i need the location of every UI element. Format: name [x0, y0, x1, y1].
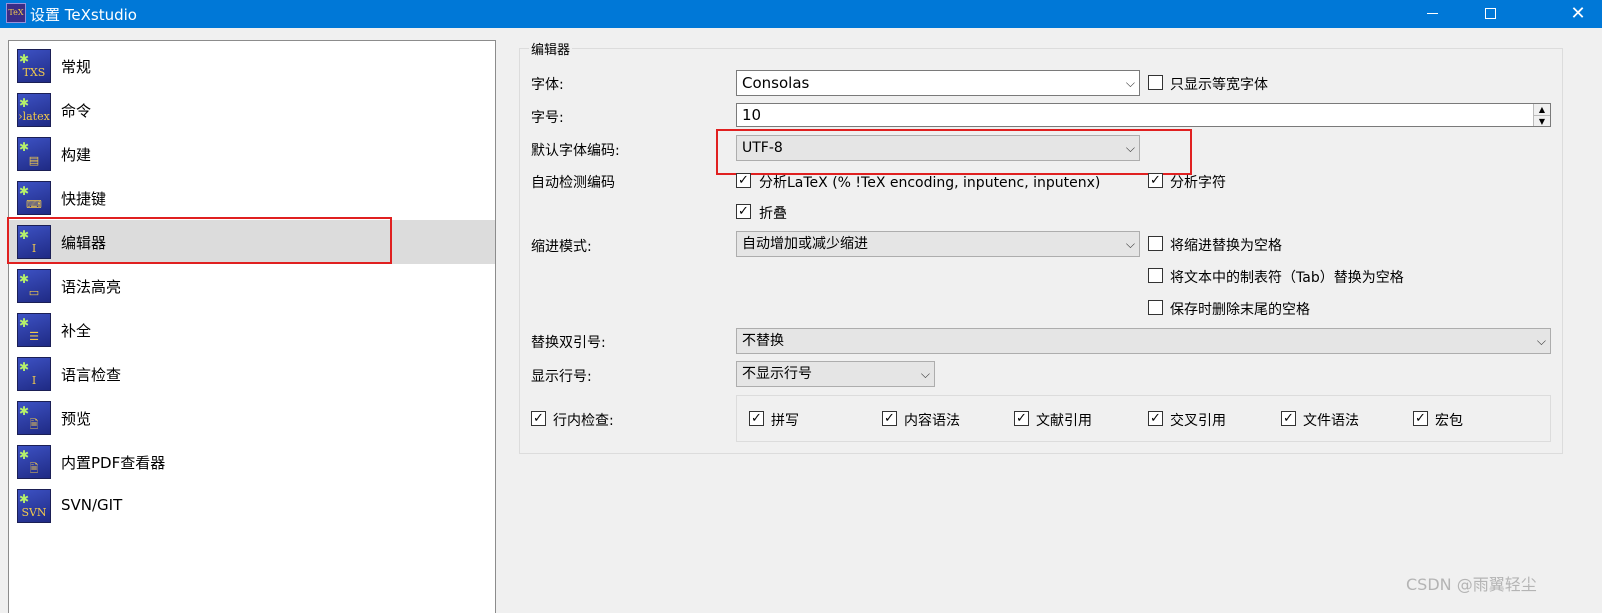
- fold-label: 折叠: [759, 206, 787, 222]
- replace-quotes-label: 替换双引号:: [531, 335, 606, 351]
- analyze-chars-checkbox[interactable]: ✓: [1148, 173, 1163, 188]
- sidebar-item-shortcuts[interactable]: ⌨ 快捷键: [9, 176, 495, 220]
- annotation-highlight-encoding: [716, 129, 1192, 175]
- minimize-icon: [1427, 13, 1438, 14]
- replace-quotes-value: 不替换: [742, 333, 784, 349]
- font-size-value: 10: [742, 106, 762, 124]
- language-check-icon: I: [17, 357, 51, 391]
- citation-label: 文献引用: [1036, 413, 1092, 429]
- font-size-label: 字号:: [531, 110, 564, 126]
- indent-mode-combobox[interactable]: 自动增加或减少缩进 ⌵: [736, 231, 1140, 257]
- analyze-latex-label: 分析LaTeX (% !TeX encoding, inputenc, inpu…: [759, 175, 1101, 191]
- font-combobox[interactable]: Consolas ⌵: [736, 70, 1140, 96]
- sidebar-item-completion[interactable]: ☰ 补全: [9, 308, 495, 352]
- citation-checkbox[interactable]: ✓: [1014, 411, 1029, 426]
- replace-tab-label: 将文本中的制表符（Tab）替换为空格: [1170, 270, 1404, 286]
- watermark: CSDN @雨翼轻尘: [1406, 575, 1537, 594]
- chevron-down-icon: ⌵: [1125, 76, 1135, 90]
- completion-icon: ☰: [17, 313, 51, 347]
- pdf-viewer-icon: 🗎: [17, 445, 51, 479]
- annotation-highlight-editor: [7, 217, 392, 264]
- keyboard-icon: ⌨: [17, 181, 51, 215]
- font-label: 字体:: [531, 77, 564, 93]
- inline-check-options: [736, 395, 1551, 442]
- syntax-highlight-icon: ▭: [17, 269, 51, 303]
- sidebar-item-label: 快捷键: [61, 190, 107, 208]
- remove-trailing-label: 保存时删除末尾的空格: [1170, 302, 1310, 318]
- chevron-down-icon: ⌵: [1125, 237, 1135, 251]
- chevron-down-icon: ⌵: [1536, 334, 1546, 348]
- spelling-checkbox[interactable]: ✓: [749, 411, 764, 426]
- spin-down-icon[interactable]: ▼: [1533, 115, 1550, 126]
- spelling-label: 拼写: [771, 413, 799, 429]
- sidebar-item-preview[interactable]: 🗎 预览: [9, 396, 495, 440]
- sidebar-item-label: 语法高亮: [61, 278, 122, 296]
- analyze-chars-label: 分析字符: [1170, 175, 1226, 191]
- sidebar-item-label: 常规: [61, 58, 92, 76]
- font-size-spinbox[interactable]: 10 ▲ ▼: [736, 103, 1551, 127]
- file-syntax-checkbox[interactable]: ✓: [1281, 411, 1296, 426]
- package-checkbox[interactable]: ✓: [1413, 411, 1428, 426]
- sidebar-item-label: SVN/GIT: [61, 496, 123, 514]
- sidebar-item-label: 构建: [61, 146, 92, 164]
- sidebar-item-label: 预览: [61, 410, 92, 428]
- sidebar-item-label: 语言检查: [61, 366, 122, 384]
- sidebar-item-label: 内置PDF查看器: [61, 454, 166, 472]
- maximize-button[interactable]: [1468, 0, 1514, 28]
- indent-mode-value: 自动增加或减少缩进: [742, 236, 868, 252]
- mono-only-checkbox[interactable]: [1148, 75, 1163, 90]
- remove-trailing-checkbox[interactable]: [1148, 300, 1163, 315]
- package-label: 宏包: [1435, 413, 1463, 429]
- replace-tab-checkbox[interactable]: [1148, 268, 1163, 283]
- minimize-button[interactable]: [1410, 0, 1456, 28]
- cross-reference-checkbox[interactable]: ✓: [1148, 411, 1163, 426]
- maximize-icon: [1485, 8, 1496, 19]
- sidebar-item-syntax-highlighting[interactable]: ▭ 语法高亮: [9, 264, 495, 308]
- replace-indent-checkbox[interactable]: [1148, 236, 1163, 251]
- analyze-latex-checkbox[interactable]: ✓: [736, 173, 751, 188]
- txs-icon: TXS: [17, 49, 51, 83]
- texstudio-app-icon: TeX: [6, 3, 26, 23]
- default-encoding-label: 默认字体编码:: [531, 143, 620, 159]
- sidebar-item-general[interactable]: TXS 常规: [9, 44, 495, 88]
- build-icon: ▤: [17, 137, 51, 171]
- settings-category-list: TXS 常规 ›latex 命令 ▤ 构建 ⌨ 快捷键 I 编辑器 ▭ 语法高亮…: [8, 40, 496, 613]
- inline-check-checkbox[interactable]: ✓: [531, 411, 546, 426]
- close-icon: ✕: [1570, 3, 1586, 24]
- sidebar-item-language-check[interactable]: I 语言检查: [9, 352, 495, 396]
- line-numbers-value: 不显示行号: [742, 366, 812, 382]
- sidebar-item-commands[interactable]: ›latex 命令: [9, 88, 495, 132]
- spin-up-icon[interactable]: ▲: [1533, 104, 1550, 115]
- preview-icon: 🗎: [17, 401, 51, 435]
- sidebar-item-pdf-viewer[interactable]: 🗎 内置PDF查看器: [9, 440, 495, 484]
- sidebar-item-label: 命令: [61, 102, 92, 120]
- grammar-checkbox[interactable]: ✓: [882, 411, 897, 426]
- cross-reference-label: 交叉引用: [1170, 413, 1226, 429]
- chevron-down-icon: ⌵: [920, 367, 930, 381]
- indent-mode-label: 缩进模式:: [531, 239, 592, 255]
- window-title: 设置 TeXstudio: [30, 6, 137, 24]
- sidebar-item-build[interactable]: ▤ 构建: [9, 132, 495, 176]
- group-title: 编辑器: [529, 39, 573, 58]
- file-syntax-label: 文件语法: [1303, 413, 1359, 429]
- line-numbers-combobox[interactable]: 不显示行号 ⌵: [736, 361, 935, 387]
- mono-only-label: 只显示等宽字体: [1170, 77, 1268, 93]
- replace-indent-label: 将缩进替换为空格: [1170, 238, 1282, 254]
- title-bar: TeX 设置 TeXstudio ✕: [0, 0, 1602, 28]
- latex-command-icon: ›latex: [17, 93, 51, 127]
- auto-detect-label: 自动检测编码: [531, 175, 615, 191]
- grammar-label: 内容语法: [904, 413, 960, 429]
- close-button[interactable]: ✕: [1554, 0, 1602, 28]
- font-value: Consolas: [742, 74, 810, 92]
- sidebar-item-svn-git[interactable]: SVN SVN/GIT: [9, 484, 495, 528]
- sidebar-item-label: 补全: [61, 322, 92, 340]
- svn-git-icon: SVN: [17, 489, 51, 523]
- line-numbers-label: 显示行号:: [531, 369, 592, 385]
- replace-quotes-combobox[interactable]: 不替换 ⌵: [736, 328, 1551, 354]
- fold-checkbox[interactable]: ✓: [736, 204, 751, 219]
- inline-check-label: 行内检查:: [553, 413, 614, 429]
